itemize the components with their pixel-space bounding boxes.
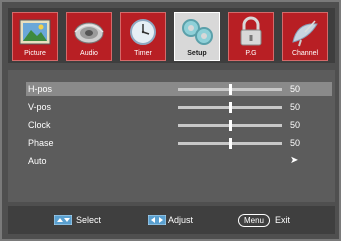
tab-pg[interactable]: P.G	[228, 12, 274, 61]
menu-item-value: 50	[290, 138, 301, 148]
menu-item-phase[interactable]: Phase 50	[26, 136, 332, 150]
up-down-keys-icon	[54, 215, 72, 225]
arrow-right-icon: ➤	[290, 155, 299, 166]
tab-channel[interactable]: Channel	[282, 12, 328, 61]
satellite-dish-icon	[292, 20, 318, 47]
menu-item-label: Auto	[28, 156, 47, 166]
key-hint-bar: Select Adjust Menu Exit	[8, 206, 335, 234]
slider-thumb[interactable]	[229, 120, 232, 131]
select-hint: Select	[76, 215, 102, 225]
menu-item-clock[interactable]: Clock 50	[26, 118, 332, 132]
menu-item-label: V-pos	[28, 102, 52, 112]
menu-item-value: 50	[290, 120, 301, 130]
menu-item-h-pos[interactable]: H-pos 50	[26, 82, 332, 96]
slider-track[interactable]	[178, 102, 282, 113]
adjust-hint: Adjust	[168, 215, 194, 225]
left-right-keys-icon	[148, 215, 166, 225]
menu-item-label: H-pos	[28, 84, 53, 94]
menu-item-v-pos[interactable]: V-pos 50	[26, 100, 332, 114]
setup-menu-panel: H-pos 50 V-pos 50 Clock 50 Phase 50 Auto…	[8, 70, 335, 202]
tab-audio[interactable]: Audio	[66, 12, 112, 61]
tab-label: Audio	[80, 50, 98, 57]
slider-thumb[interactable]	[229, 84, 232, 95]
tab-label: Picture	[24, 50, 46, 57]
slider-track[interactable]	[178, 120, 282, 131]
osd-window: Picture Audio Timer Setup P.G Channel H-…	[0, 0, 341, 241]
slider-thumb[interactable]	[229, 138, 232, 149]
slider-thumb[interactable]	[229, 102, 232, 113]
tab-label: Setup	[187, 50, 207, 57]
slider-track[interactable]	[178, 138, 282, 149]
speaker-icon	[74, 22, 104, 44]
menu-item-value: 50	[290, 102, 301, 112]
tab-timer[interactable]: Timer	[120, 12, 166, 61]
menu-item-label: Clock	[28, 120, 51, 130]
tab-label: P.G	[245, 50, 257, 57]
menu-tab-bar: Picture Audio Timer Setup P.G Channel	[8, 8, 335, 63]
menu-item-value: 50	[290, 84, 301, 94]
tab-label: Timer	[134, 50, 152, 57]
tab-setup[interactable]: Setup	[174, 12, 220, 61]
exit-hint: Exit	[275, 215, 291, 225]
tab-label: Channel	[291, 50, 319, 57]
picture-icon	[19, 19, 51, 45]
lock-icon	[240, 16, 262, 46]
menu-item-auto[interactable]: Auto ➤	[26, 154, 332, 168]
menu-item-label: Phase	[28, 138, 54, 148]
slider-track[interactable]	[178, 84, 282, 95]
gears-icon	[182, 19, 213, 45]
tab-picture[interactable]: Picture	[12, 12, 58, 61]
menu-key-icon: Menu	[238, 214, 270, 227]
clock-icon	[130, 19, 156, 45]
